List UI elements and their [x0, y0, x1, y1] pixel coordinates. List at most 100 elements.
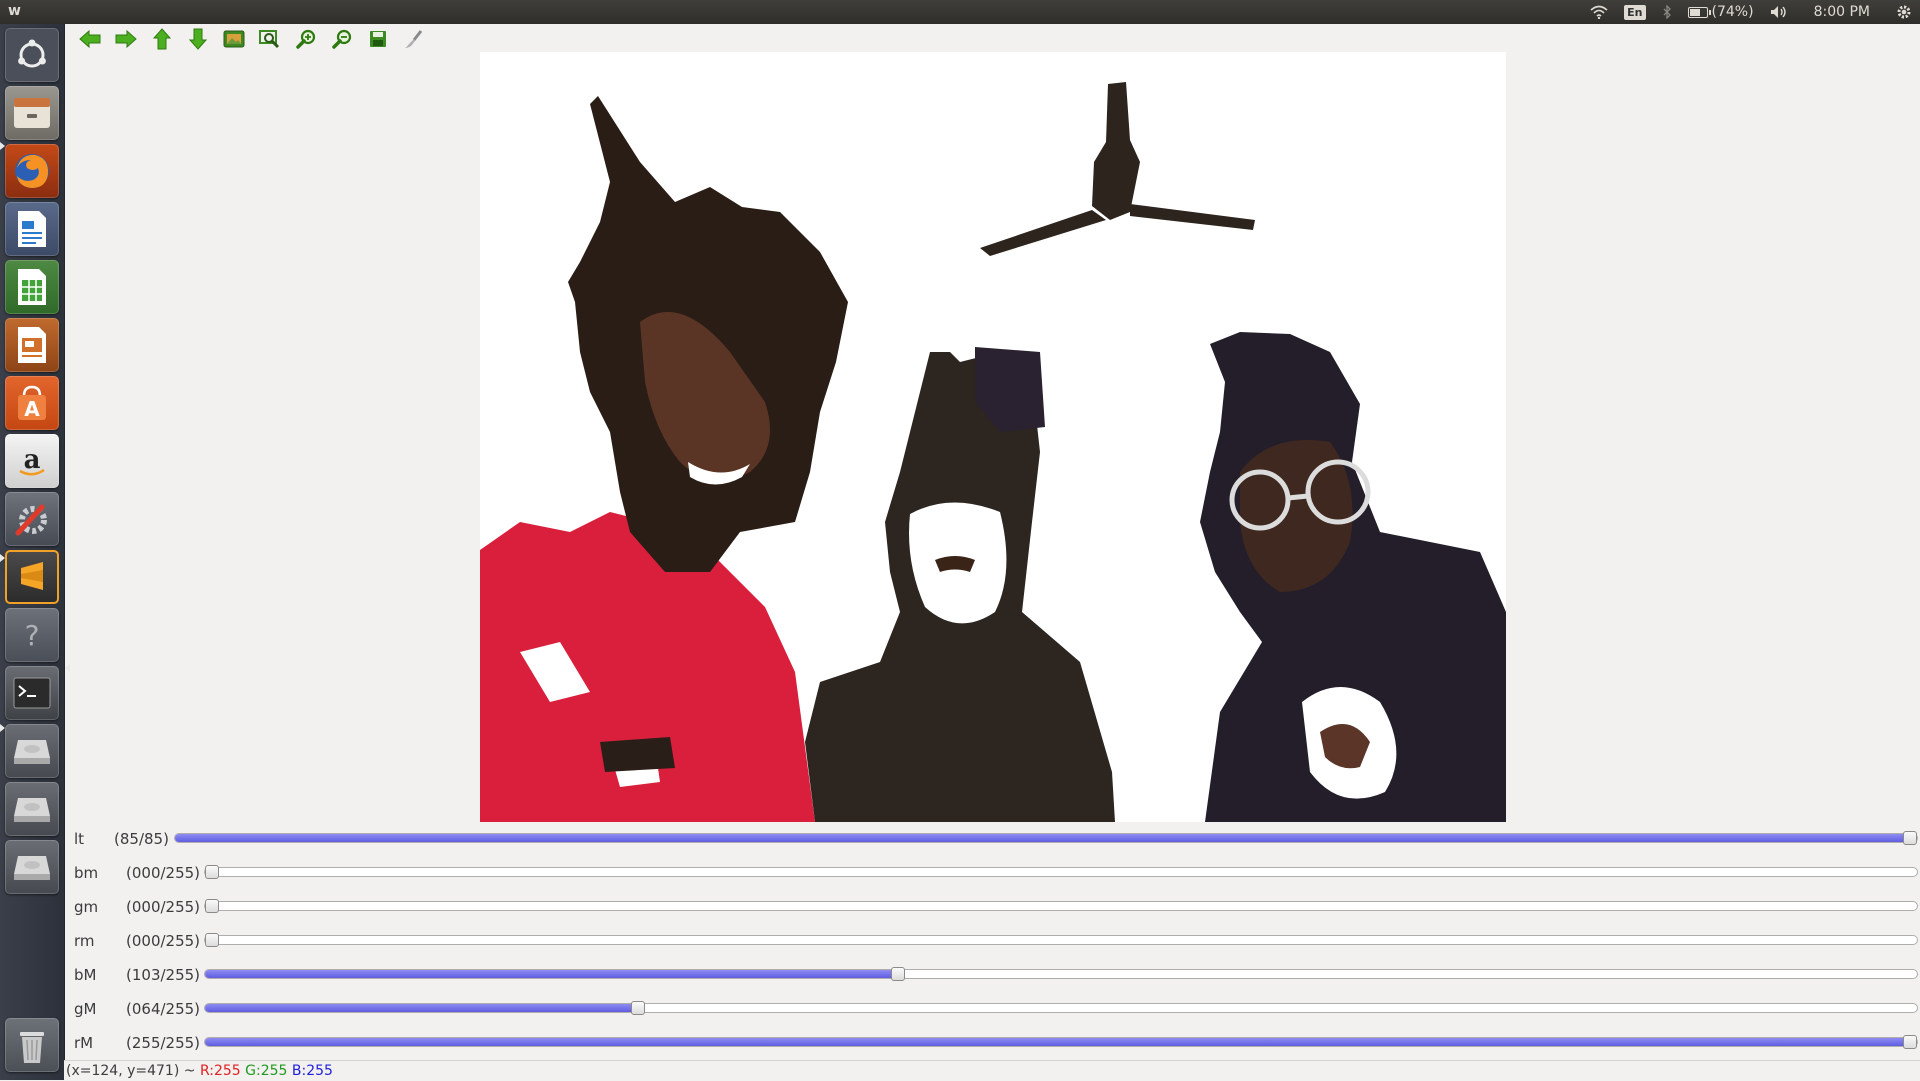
system-gear-icon[interactable]	[1896, 4, 1912, 20]
wifi-icon[interactable]	[1590, 5, 1608, 19]
battery-percent: (74%)	[1711, 4, 1754, 20]
trackbar-fill	[175, 834, 1917, 842]
system-tray: En (74%) 8:00 PM	[1582, 0, 1920, 24]
sublime-text-icon[interactable]	[5, 550, 59, 604]
trackbar-label: bm	[74, 864, 99, 882]
trackbar-value: (000/255)	[126, 898, 201, 916]
trackbar-label: rm	[74, 932, 95, 950]
libreoffice-impress-icon[interactable]	[5, 318, 59, 372]
battery-icon	[1687, 6, 1711, 18]
dash-home-icon[interactable]	[5, 28, 59, 82]
zoom-fit-button[interactable]	[252, 26, 288, 52]
help-icon[interactable]: ?	[5, 608, 59, 662]
trackbar-label: gM	[74, 1000, 97, 1018]
trackbar-row-gm: gm (000/255)	[64, 890, 1920, 924]
trash-icon[interactable]	[5, 1018, 59, 1072]
trackbar-bM[interactable]	[204, 967, 1918, 981]
drive-icon[interactable]	[5, 724, 59, 778]
zoom-out-button[interactable]	[324, 26, 360, 52]
trackbar-row-bm: bm (000/255)	[64, 856, 1920, 890]
pixel-blue-value: B:255	[291, 1063, 333, 1079]
trackbar-handle[interactable]	[205, 865, 219, 879]
trackbar-handle[interactable]	[205, 933, 219, 947]
trackbar-fill	[205, 970, 897, 978]
trackbar-fill	[205, 1038, 1917, 1046]
files-icon[interactable]	[5, 86, 59, 140]
trackbar-label: bM	[74, 966, 97, 984]
arrow-down-icon	[189, 28, 207, 50]
trackbar-row-lt: lt (85/85)	[64, 822, 1920, 856]
libreoffice-writer-icon[interactable]	[5, 202, 59, 256]
svg-text:A: A	[24, 397, 40, 421]
pan-down-button[interactable]	[180, 26, 216, 52]
trackbar-bm[interactable]	[204, 865, 1918, 879]
libreoffice-calc-icon[interactable]	[5, 260, 59, 314]
arrow-up-icon	[153, 28, 171, 50]
trackbar-handle[interactable]	[1903, 831, 1917, 845]
trackbar-rm[interactable]	[204, 933, 1918, 947]
status-bar: (x=124, y=471) ~ R:255 G:255 B:255	[64, 1060, 1920, 1081]
trackbar-gm[interactable]	[204, 899, 1918, 913]
trackbar-handle[interactable]	[205, 899, 219, 913]
trackbar-handle[interactable]	[1903, 1035, 1917, 1049]
clock[interactable]: 8:00 PM	[1814, 4, 1870, 20]
trackbar-row-rm: rm (000/255)	[64, 924, 1920, 958]
svg-text:a: a	[24, 445, 41, 475]
zoom-in-button[interactable]	[288, 26, 324, 52]
trackbar-row-bM: bM (103/255)	[64, 958, 1920, 992]
trackbar-value: (000/255)	[126, 932, 201, 950]
image-display[interactable]	[480, 52, 1506, 822]
active-window-indicator	[65, 664, 70, 672]
volume-icon[interactable]	[1770, 5, 1788, 19]
trackbar-fill	[205, 1004, 635, 1012]
trackbar-value: (255/255)	[126, 1034, 201, 1052]
brush-icon	[405, 30, 423, 48]
arrow-right-icon	[115, 30, 137, 48]
trackbar-label: lt	[74, 830, 85, 848]
zoom-in-icon	[296, 29, 316, 49]
trackbar-label: gm	[74, 898, 99, 916]
trackbar-rM[interactable]	[204, 1035, 1918, 1049]
trackbar-row-rM: rM (255/255)	[64, 1026, 1920, 1060]
save-icon	[370, 31, 386, 47]
battery-indicator[interactable]: (74%)	[1687, 4, 1754, 20]
system-settings-icon[interactable]	[5, 492, 59, 546]
trackbar-gM[interactable]	[204, 1001, 1918, 1015]
battery-level	[1689, 8, 1700, 16]
launcher: A a ?	[0, 24, 70, 1080]
trackbar-value: (85/85)	[114, 830, 169, 848]
trackbar-handle[interactable]	[631, 1001, 646, 1015]
pixel-green-value: G:255	[245, 1063, 288, 1079]
zoom-reset-button[interactable]	[216, 26, 252, 52]
trackbar-value: (064/255)	[126, 1000, 201, 1018]
image-toolbar	[72, 26, 432, 52]
drive-icon[interactable]	[5, 840, 59, 894]
pixel-coords: (x=124, y=471) ~	[66, 1063, 196, 1079]
thresholded-webcam-image	[480, 82, 1506, 822]
trackbar-value: (103/255)	[126, 966, 201, 984]
amazon-icon[interactable]: a	[5, 434, 59, 488]
image-icon	[223, 30, 245, 48]
trackbar-value: (000/255)	[126, 864, 201, 882]
zoom-fit-icon	[259, 30, 280, 49]
trackbar-lt[interactable]	[174, 831, 1918, 845]
keyboard-layout-label: En	[1624, 4, 1646, 20]
svg-text:?: ?	[25, 619, 40, 652]
window-title: w	[8, 3, 21, 19]
bluetooth-icon[interactable]	[1662, 5, 1672, 19]
save-button[interactable]	[360, 26, 396, 52]
arrow-left-icon	[79, 30, 101, 48]
pan-right-button[interactable]	[108, 26, 144, 52]
trackbar-handle[interactable]	[890, 967, 905, 981]
trackbar-label: rM	[74, 1034, 94, 1052]
drive-icon[interactable]	[5, 782, 59, 836]
pan-up-button[interactable]	[144, 26, 180, 52]
ubuntu-software-icon[interactable]: A	[5, 376, 59, 430]
keyboard-layout-indicator[interactable]: En	[1624, 4, 1646, 20]
properties-button[interactable]	[396, 26, 432, 52]
top-panel: w En (74%) 8:00 PM	[0, 0, 1920, 24]
terminal-icon[interactable]	[5, 666, 59, 720]
firefox-icon[interactable]	[5, 144, 59, 198]
pan-left-button[interactable]	[72, 26, 108, 52]
pixel-red-value: R:255	[199, 1063, 241, 1079]
